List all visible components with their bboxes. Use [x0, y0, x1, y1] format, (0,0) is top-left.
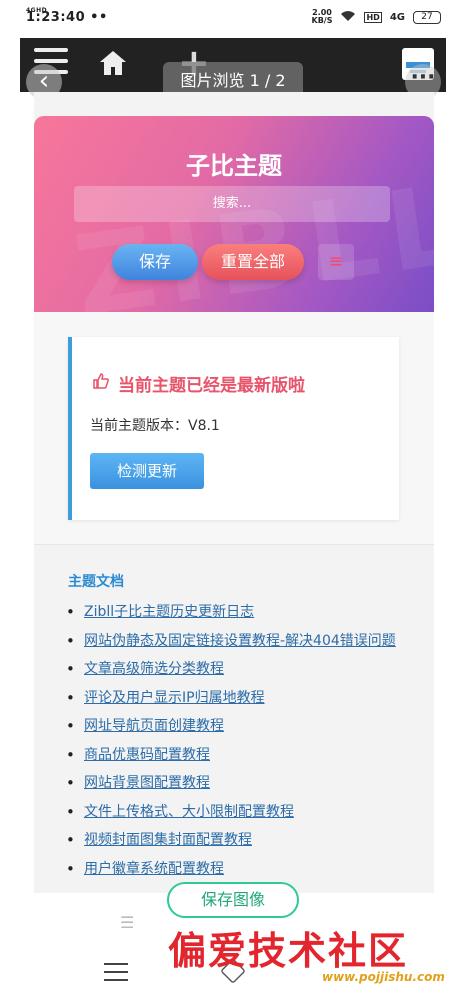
save-image-button[interactable]: 保存图像 — [167, 882, 299, 918]
speed-unit: KB/S — [311, 16, 333, 25]
search-input[interactable]: 搜索... — [74, 186, 390, 222]
theme-version: 当前主题版本：V8.1 — [90, 418, 220, 434]
update-title-text: 当前主题已经是最新版啦 — [118, 376, 305, 396]
wifi-icon — [340, 10, 356, 25]
doc-link[interactable]: 网站伪静态及固定链接设置教程-解决404错误问题 — [84, 633, 396, 649]
list-icon[interactable]: ≡ — [318, 244, 354, 280]
doc-link[interactable]: 视频封面图集封面配置教程 — [84, 832, 252, 848]
doc-link[interactable]: 文件上传格式、大小限制配置教程 — [84, 804, 294, 820]
battery-level: 27 — [421, 11, 433, 22]
doc-link[interactable]: 网址导航页面创建教程 — [84, 718, 224, 734]
home-icon[interactable] — [98, 48, 128, 78]
list-item[interactable]: 网站背景图配置教程 — [66, 772, 424, 794]
watermark-site: 偏爱技术社区 — [168, 928, 409, 973]
thumbs-up-icon — [92, 372, 110, 395]
battery-icon: 27 — [413, 10, 441, 24]
network-type: 4GHD — [26, 7, 48, 14]
list-item[interactable]: 网址导航页面创建教程 — [66, 715, 424, 737]
list-item[interactable]: 文章高级筛选分类教程 — [66, 658, 424, 680]
check-update-button[interactable]: 检测更新 — [90, 453, 204, 489]
doc-link[interactable]: 商品优惠码配置教程 — [84, 747, 210, 763]
status-bar: 4GHD 1:23:40 •• 2.00 KB/S HD 4G 27 — [0, 0, 467, 36]
list-item[interactable]: 视频封面图集封面配置教程 — [66, 829, 424, 851]
list-item[interactable]: 商品优惠码配置教程 — [66, 744, 424, 766]
doc-link[interactable]: 网站背景图配置教程 — [84, 775, 210, 791]
hero-banner: ZIBLL 子比主题 搜索... 保存 重置全部 ≡ — [34, 116, 434, 312]
list-item[interactable]: 文件上传格式、大小限制配置教程 — [66, 801, 424, 823]
hero-title: 子比主题 — [186, 152, 282, 180]
list-item[interactable]: Zibll子比主题历史更新日志 — [66, 601, 424, 623]
update-title: 当前主题已经是最新版啦 — [92, 371, 305, 396]
doc-link[interactable]: 评论及用户显示IP归属地教程 — [84, 690, 265, 706]
watermark-logo: 偏爱技术社区 — [168, 920, 408, 975]
docs-list: Zibll子比主题历史更新日志 网站伪静态及固定链接设置教程-解决404错误问题… — [66, 601, 424, 886]
doc-link[interactable]: 用户徽章系统配置教程 — [84, 861, 224, 877]
signal-label: 4G — [389, 11, 405, 23]
docs-section: 主题文档 Zibll子比主题历史更新日志 网站伪静态及固定链接设置教程-解决40… — [34, 544, 434, 904]
hd-icon: HD — [364, 11, 382, 23]
network-speed: 2.00 KB/S — [312, 9, 333, 25]
doc-link[interactable]: 文章高级筛选分类教程 — [84, 661, 224, 677]
status-icons: 2.00 KB/S HD 4G 27 — [312, 9, 441, 25]
docs-title: 主题文档 — [68, 574, 124, 590]
status-dots: •• — [90, 10, 108, 25]
reset-all-button[interactable]: 重置全部 — [202, 244, 304, 280]
menu-icon: ☰ — [120, 913, 135, 932]
status-time-block: 4GHD 1:23:40 •• — [26, 7, 108, 25]
list-item[interactable]: 用户徽章系统配置教程 — [66, 858, 424, 880]
watermark-url: www.pojjishu.com — [322, 970, 445, 984]
update-card: 当前主题已经是最新版啦 当前主题版本：V8.1 检测更新 — [68, 337, 399, 520]
recent-apps-icon[interactable] — [104, 963, 128, 987]
list-item[interactable]: 网站伪静态及固定链接设置教程-解决404错误问题 — [66, 630, 424, 652]
list-item[interactable]: 评论及用户显示IP归属地教程 — [66, 687, 424, 709]
save-button[interactable]: 保存 — [112, 244, 198, 280]
doc-link[interactable]: Zibll子比主题历史更新日志 — [84, 604, 254, 620]
hero-watermark: ZIBLL — [67, 159, 434, 312]
